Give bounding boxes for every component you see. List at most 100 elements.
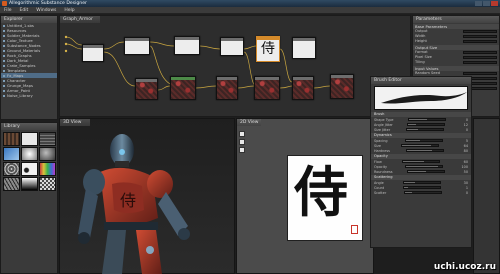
brush-param-value[interactable]: 50 — [460, 170, 468, 174]
brush-param-value[interactable]: 1 — [460, 186, 468, 190]
slider-fill — [408, 124, 416, 125]
menu-windows[interactable]: Windows — [36, 7, 56, 13]
3d-view[interactable]: 3D View 侍 — [59, 118, 235, 274]
brush-tool-icon[interactable] — [239, 131, 245, 137]
brush-param-value[interactable]: 12 — [460, 123, 468, 127]
brush-param-value[interactable]: 5 — [460, 139, 468, 143]
graph-node-normal[interactable] — [174, 36, 200, 55]
graph-view[interactable]: Graph_Armor 侍 — [59, 15, 411, 117]
brush-param-value[interactable]: 100 — [460, 165, 468, 169]
tree-item[interactable]: Noise_Library — [1, 93, 57, 98]
graph-node-rock-1[interactable] — [135, 78, 158, 100]
fill-tool-icon[interactable] — [239, 147, 245, 153]
red-seal-stamp — [351, 225, 358, 234]
library-tile[interactable] — [3, 132, 20, 146]
graph-node-rock-2[interactable] — [170, 76, 196, 100]
chest-glyph: 侍 — [120, 191, 136, 210]
brush-param-value[interactable]: 0 — [460, 191, 468, 195]
window-title: Allegorithmic Substance Designer — [9, 1, 87, 6]
brush-param-slider[interactable] — [401, 144, 440, 147]
brush-param-value[interactable]: 64 — [460, 144, 468, 148]
library-tile[interactable] — [3, 162, 20, 176]
eraser-tool-icon[interactable] — [239, 139, 245, 145]
brush-param-row: Scatter 0 — [371, 190, 471, 195]
graph-node-uniform[interactable] — [220, 37, 244, 56]
brush-param-slider[interactable] — [407, 118, 446, 121]
param-field[interactable] — [463, 60, 497, 65]
brush-param-label: Size — [374, 143, 381, 148]
node-glyph-preview: 侍 — [261, 41, 275, 57]
library-tile[interactable] — [3, 147, 20, 161]
param-field[interactable] — [463, 29, 497, 34]
brush-param-slider[interactable] — [407, 170, 446, 173]
minimize-icon[interactable] — [475, 1, 482, 6]
param-field[interactable] — [463, 71, 497, 76]
param-field[interactable] — [463, 55, 497, 60]
brush-param-value[interactable]: 0 — [460, 128, 468, 132]
graph-node-levels[interactable] — [124, 37, 150, 55]
brush-param-label: Hardness — [374, 148, 390, 153]
library-tile[interactable] — [39, 177, 56, 191]
library-tile[interactable] — [39, 147, 56, 161]
library-tile[interactable] — [3, 177, 20, 191]
graph-node-rock-4[interactable] — [254, 76, 280, 100]
3d-view-tab[interactable]: 3D View — [60, 119, 90, 126]
param-field[interactable] — [463, 39, 497, 44]
brush-param-value[interactable]: 0 — [460, 118, 468, 122]
menu-bar: File Edit Windows Help — [0, 7, 500, 14]
brush-param-slider[interactable] — [403, 186, 442, 189]
brush-param-value[interactable]: 60 — [460, 160, 468, 164]
close-icon[interactable] — [491, 1, 498, 6]
side-dock — [473, 118, 500, 274]
graph-node-bitmap-selected[interactable]: 侍 — [256, 36, 280, 62]
brush-param-slider[interactable] — [401, 160, 440, 163]
brush-param-label: Roundness — [374, 169, 393, 174]
graph-node-blend[interactable] — [82, 44, 104, 62]
brush-param-slider[interactable] — [402, 181, 441, 184]
graph-node-rock-6[interactable] — [330, 74, 354, 99]
brush-param-slider[interactable] — [404, 191, 443, 194]
slider-fill — [407, 129, 418, 130]
brush-param-slider[interactable] — [405, 149, 444, 152]
brush-param-value[interactable]: 80 — [460, 149, 468, 153]
slider-fill — [402, 161, 425, 162]
param-field[interactable] — [463, 34, 497, 39]
brush-param-slider[interactable] — [404, 165, 443, 168]
menu-edit[interactable]: Edit — [20, 7, 29, 13]
window-titlebar: Allegorithmic Substance Designer — [0, 0, 500, 7]
brush-param-value[interactable]: 30 — [460, 181, 468, 185]
brush-param-slider[interactable] — [406, 128, 445, 131]
brush-param-label: Shape Type — [374, 117, 394, 122]
brush-param-label: Scatter — [374, 190, 387, 195]
2d-view-toolbar — [239, 131, 245, 153]
brush-param-label: Count — [374, 185, 385, 190]
graph-connections — [64, 35, 331, 91]
library-tile[interactable] — [39, 132, 56, 146]
graph-node-rock-3[interactable] — [216, 76, 238, 100]
menu-file[interactable]: File — [4, 7, 12, 13]
brush-param-label: Spacing — [374, 138, 388, 143]
slider-fill — [408, 171, 427, 172]
library-tile[interactable] — [39, 162, 56, 176]
slider-fill — [405, 140, 421, 141]
slider-fill — [405, 192, 413, 193]
library-tile[interactable] — [21, 147, 38, 161]
app-icon — [2, 1, 7, 6]
param-field[interactable] — [463, 50, 497, 55]
brush-editor-panel: Brush Editor Brush Shape Type 0 Angle Jitt… — [370, 76, 472, 248]
2d-view[interactable]: 2D View 侍 — [236, 118, 374, 274]
2d-canvas[interactable]: 侍 — [287, 155, 363, 241]
slider-fill — [404, 187, 408, 188]
brush-param-label: Size Jitter — [374, 127, 391, 132]
2d-view-tab[interactable]: 2D View — [237, 119, 261, 126]
menu-help[interactable]: Help — [64, 7, 74, 13]
graph-node-rock-5[interactable] — [292, 76, 314, 100]
library-tile[interactable] — [21, 132, 38, 146]
brush-param-slider[interactable] — [407, 123, 446, 126]
library-tile[interactable] — [21, 162, 38, 176]
window-controls — [475, 1, 498, 6]
library-tile[interactable] — [21, 177, 38, 191]
maximize-icon[interactable] — [483, 1, 490, 6]
graph-node-output[interactable] — [292, 37, 316, 59]
brush-param-slider[interactable] — [404, 139, 443, 142]
